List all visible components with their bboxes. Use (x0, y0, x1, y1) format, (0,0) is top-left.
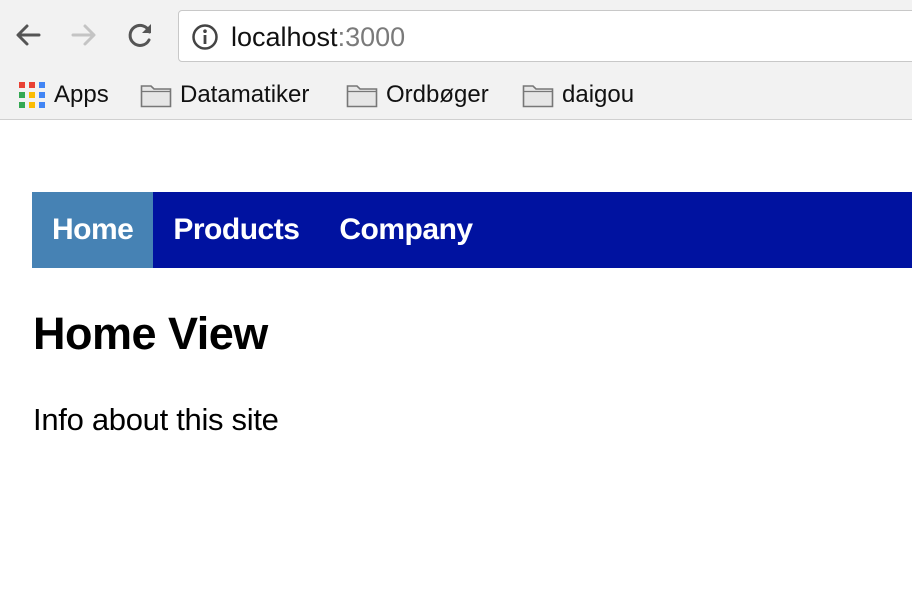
bookmark-label: Apps (54, 81, 109, 108)
address-bar[interactable]: localhost:3000 (178, 10, 912, 62)
main-menu: Home Products Company (32, 192, 912, 268)
page-description: Info about this site (33, 402, 279, 437)
bookmark-datamatiker[interactable]: Datamatiker (140, 77, 309, 113)
bookmarks-bar: Apps Datamatiker Ordbøger daigou (0, 72, 912, 119)
page-content: Home Products Company Home View Info abo… (0, 120, 912, 614)
menu-item-products[interactable]: Products (153, 192, 319, 268)
menu-item-home[interactable]: Home (32, 192, 154, 268)
folder-icon (140, 85, 172, 108)
bookmark-ordboger[interactable]: Ordbøger (346, 77, 489, 113)
apps-grid-icon (18, 81, 46, 109)
folder-icon (522, 85, 554, 108)
bookmark-apps[interactable]: Apps (18, 77, 109, 113)
browser-toolbar: localhost:3000 (0, 0, 912, 72)
bookmark-label: Ordbøger (386, 81, 489, 108)
folder-icon (346, 85, 378, 108)
info-icon[interactable] (191, 23, 219, 51)
back-arrow-icon (16, 24, 41, 46)
url-text[interactable]: localhost:3000 (231, 21, 405, 53)
page-title: Home View (33, 308, 268, 359)
back-button[interactable] (10, 17, 46, 53)
forward-arrow-icon (71, 24, 96, 46)
browser-chrome: localhost:3000 Apps Datamatiker Ordbøger… (0, 0, 912, 120)
url-host: localhost (231, 22, 338, 52)
reload-button[interactable] (122, 17, 158, 53)
url-port: :3000 (337, 22, 406, 52)
bookmark-label: Datamatiker (180, 81, 310, 108)
menu-item-company[interactable]: Company (319, 192, 492, 268)
bookmark-daigou[interactable]: daigou (522, 77, 634, 113)
bookmark-label: daigou (562, 81, 635, 108)
reload-icon (128, 23, 151, 47)
forward-button[interactable] (66, 17, 102, 53)
